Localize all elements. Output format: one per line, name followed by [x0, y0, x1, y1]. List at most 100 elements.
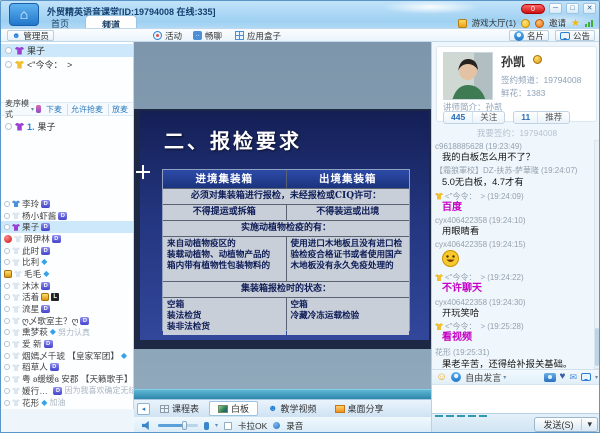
recommend-button[interactable]: 11 推荐: [513, 111, 570, 124]
member-row[interactable]: 粤 ʚ缓缓ɞ 安郡 【天籁歌手】: [1, 373, 133, 385]
sparkle-decoration: [136, 165, 150, 179]
member-row-selected[interactable]: 果子D: [1, 221, 133, 233]
emotion-icon[interactable]: [521, 19, 530, 28]
volume-knob[interactable]: [182, 421, 187, 430]
maximize-button[interactable]: □: [566, 3, 579, 14]
whiteboard-scrollbar[interactable]: [134, 389, 431, 399]
member-row[interactable]: 媛行深宵D因为我喜欢确定无结果: [1, 385, 133, 397]
d-badge: D: [52, 235, 61, 243]
member-row[interactable]: 沐沐D: [1, 280, 133, 292]
qq-bubble-icon[interactable]: [581, 373, 591, 381]
chat-message: <"今令： >(19:25:28) 看视频: [435, 318, 593, 344]
member-row[interactable]: 杨小虾酱D: [1, 210, 133, 222]
user-shirt-icon: [15, 61, 24, 69]
activity-button[interactable]: 活动: [153, 30, 182, 41]
radio-icon: [4, 248, 10, 254]
tab-teaching-video[interactable]: ☻教学视频: [260, 401, 325, 416]
record-icon[interactable]: [273, 422, 280, 429]
radio-icon: [5, 61, 12, 68]
d-badge: D: [41, 305, 50, 313]
close-icon: ✕: [587, 5, 593, 12]
karaoke-checkbox[interactable]: [224, 422, 232, 430]
member-row[interactable]: 花形◆加油: [1, 397, 133, 409]
member-row[interactable]: 比利◆: [1, 256, 133, 268]
member-row[interactable]: 网伊林D: [1, 233, 133, 245]
send-button[interactable]: 发送(S) ▾: [534, 417, 598, 432]
speak-mode-dropdown[interactable]: 自由发言 ▾: [465, 371, 506, 384]
member-row[interactable]: 稻草人D: [1, 362, 133, 374]
favorite-star-icon[interactable]: ★: [571, 19, 580, 28]
heart-icon[interactable]: ♥: [560, 372, 566, 382]
tab-whiteboard[interactable]: 白板: [209, 401, 258, 416]
radio-icon: [4, 388, 10, 394]
mic-mode-label[interactable]: 麦序模式: [5, 98, 29, 120]
volume-slider[interactable]: [158, 421, 198, 430]
member-row[interactable]: 此时D: [1, 245, 133, 257]
channel-user-row[interactable]: <"今令： >: [1, 58, 133, 71]
home-icon: ⌂: [20, 6, 28, 22]
chat-message: <"今令： >(19:24:09) 百度: [435, 188, 593, 214]
teacher-avatar[interactable]: [443, 52, 493, 100]
teacher-card: 孙凯 签约频道：19794008 鲜花：1383 讲师简介：孙凯 445 关注 …: [436, 46, 597, 122]
appbox-button[interactable]: 应用盒子: [235, 30, 281, 41]
close-button[interactable]: ✕: [583, 3, 596, 14]
member-row[interactable]: 流星D: [1, 303, 133, 315]
member-row[interactable]: 活着L: [1, 292, 133, 304]
table-cell: 空箱冷藏冷冻运载检验: [287, 298, 410, 335]
owner-shirt-icon: [15, 47, 24, 55]
scrollbar-thumb[interactable]: [595, 328, 599, 366]
minimize-button[interactable]: ─: [549, 3, 562, 14]
send-bar: 发送(S) ▾: [432, 413, 600, 433]
tab-schedule[interactable]: 课程表: [152, 401, 207, 416]
mic-allow-link[interactable]: 允许抢麦: [67, 104, 106, 115]
follow-button[interactable]: 445 关注: [443, 111, 505, 124]
chat-hall-button[interactable]: ‥ 畅聊: [193, 30, 222, 41]
chat-scrollbar[interactable]: [594, 140, 600, 369]
mic-release-link[interactable]: 放麦: [108, 104, 131, 115]
send-options-caret[interactable]: ▾: [581, 419, 597, 430]
member-row[interactable]: 熏梦萩◆努力认真: [1, 327, 133, 339]
mic-mode-bar: 麦序模式 ▾ 下麦 允许抢麦 放麦: [1, 102, 133, 116]
shirt-icon: [12, 294, 20, 301]
redpacket-badge[interactable]: 0: [521, 4, 545, 14]
d-badge: D: [80, 317, 89, 325]
chat-hall-icon: ‥: [193, 31, 202, 40]
table-header-cell: 进境集装箱: [163, 170, 286, 188]
resize-handle[interactable]: [435, 415, 487, 417]
mic-queue-row[interactable]: 1. 果子: [1, 120, 133, 133]
channel-owner-row[interactable]: 果子: [1, 44, 133, 57]
radio-icon: [4, 318, 10, 324]
tab-desktop-share[interactable]: 桌面分享: [327, 401, 392, 416]
mail-icon[interactable]: ✉: [569, 373, 577, 382]
radio-icon: [4, 376, 10, 382]
collapse-panel-icon[interactable]: ◂: [137, 403, 150, 415]
flowers-count: 鲜花：1383: [501, 87, 545, 99]
channel-toolbar: ☻ 管理员 活动 ‥ 畅聊 应用盒子 ☻ 名片 公告: [1, 28, 600, 42]
table-header-cell: 出境集装箱: [287, 170, 410, 188]
mic-down-link[interactable]: 下麦: [43, 104, 65, 115]
d-badge: D: [41, 223, 50, 231]
member-row[interactable]: 李玲D: [1, 198, 133, 210]
card-button[interactable]: ☻ 名片: [509, 30, 549, 41]
sign-channel-text: 我要签约：19794008: [432, 127, 600, 139]
table-span-row: 实施动植物检疫的有：: [163, 221, 409, 236]
chevron-down-icon[interactable]: ▾: [595, 374, 598, 381]
member-row[interactable]: ღ乄歌室主？ღD: [1, 315, 133, 327]
radio-icon: [4, 283, 10, 289]
member-row[interactable]: 爱 新D: [1, 338, 133, 350]
admin-button[interactable]: ☻ 管理员: [7, 30, 54, 41]
voice-icon[interactable]: ☻: [451, 372, 461, 382]
chevron-down-icon[interactable]: ▾: [31, 106, 34, 113]
emoticon-picker-icon[interactable]: ☺: [436, 372, 447, 383]
member-row[interactable]: 毛毛◆: [1, 268, 133, 280]
chevron-down-icon[interactable]: ▾: [215, 422, 218, 429]
camera-icon[interactable]: [544, 373, 556, 382]
chat-toolbar: ☺ ☻ 自由发言 ▾ ♥ ✉ ▾: [432, 369, 600, 384]
chat-input[interactable]: [432, 384, 600, 413]
member-row[interactable]: 烟嫣乄千琥 【皇家军团】◆: [1, 350, 133, 362]
speaker-icon[interactable]: [142, 421, 152, 430]
radio-icon: [4, 294, 10, 300]
notice-button[interactable]: 公告: [555, 30, 595, 41]
radio-icon: [4, 213, 10, 219]
microphone-icon[interactable]: [204, 422, 209, 430]
